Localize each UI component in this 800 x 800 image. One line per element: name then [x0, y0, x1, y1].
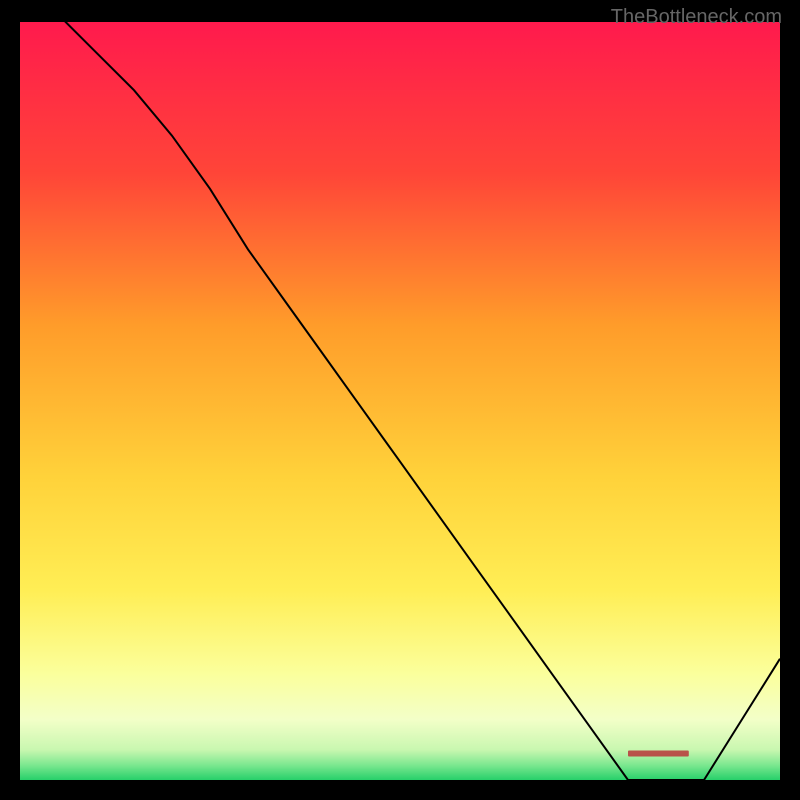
plot-container [20, 22, 780, 780]
chart-svg [20, 22, 780, 780]
annotation-marker [628, 751, 689, 757]
gradient-background [20, 22, 780, 780]
watermark-text: TheBottleneck.com [611, 6, 782, 29]
